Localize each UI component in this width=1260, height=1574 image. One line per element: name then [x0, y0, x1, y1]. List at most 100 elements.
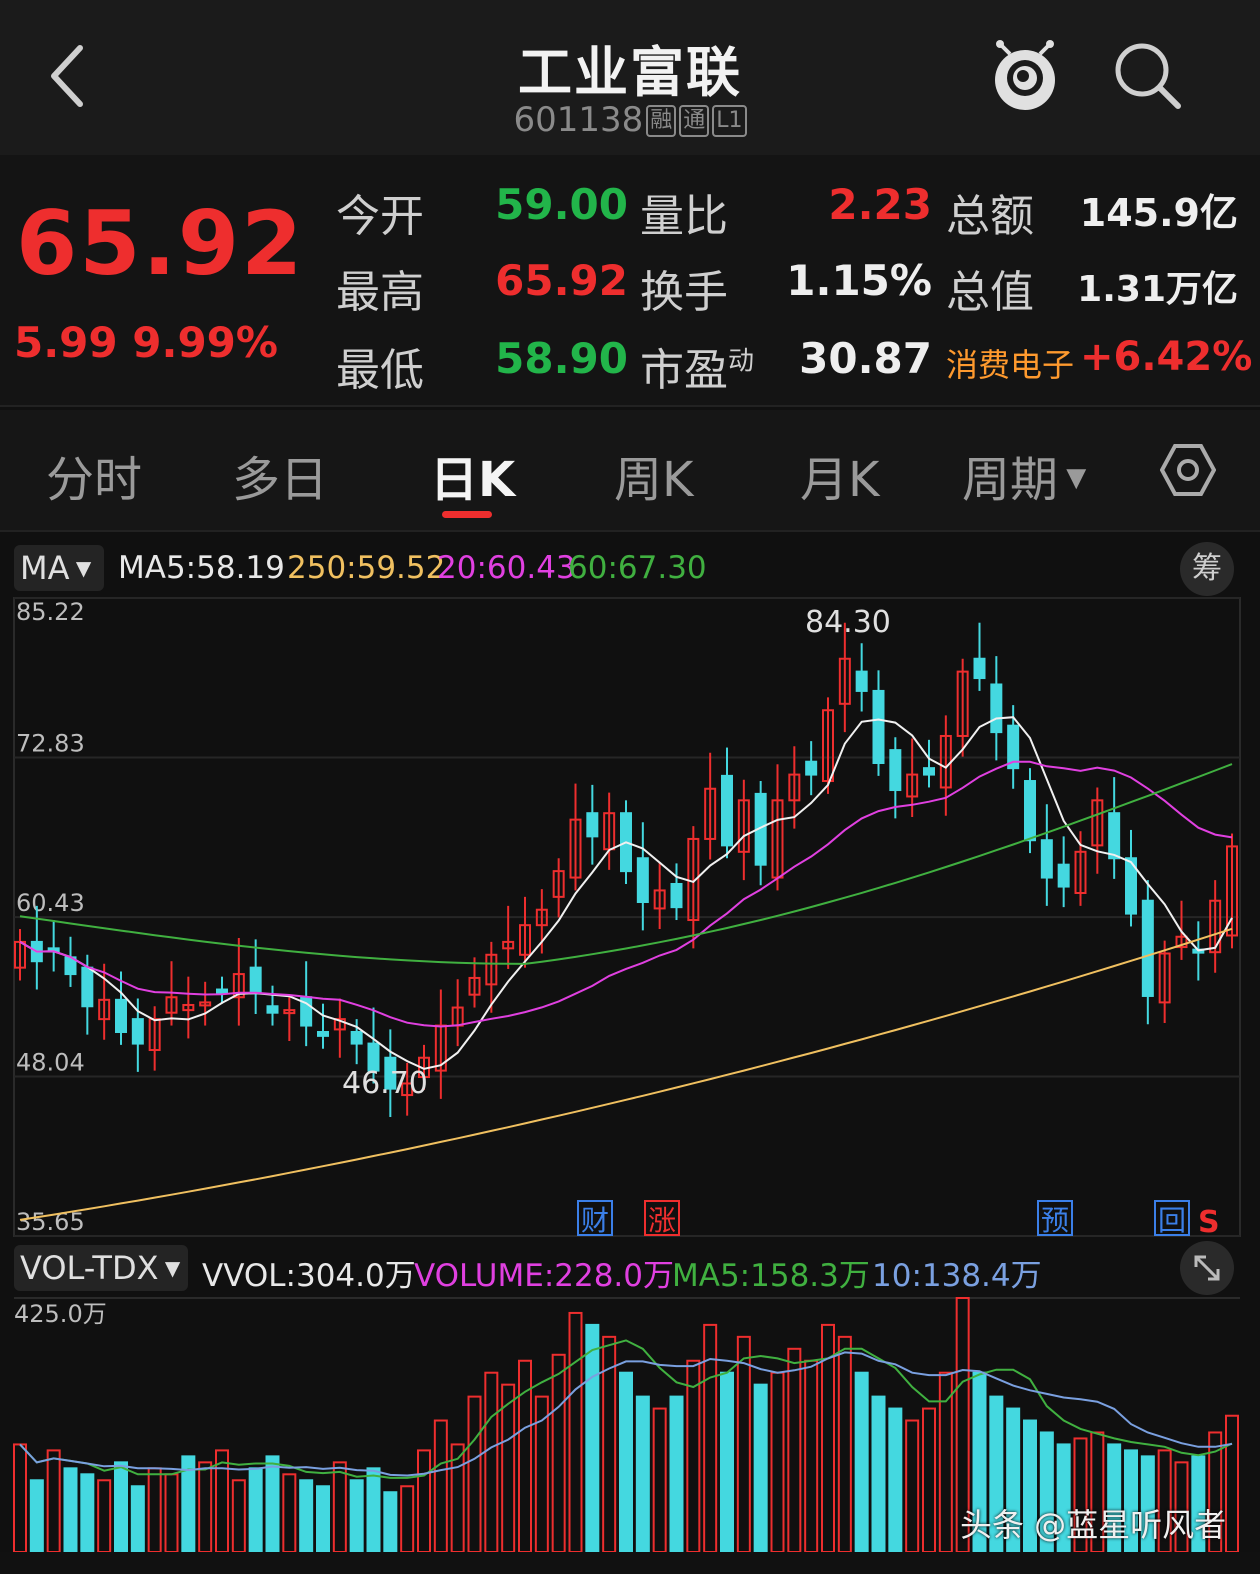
value-high: 65.92	[495, 256, 628, 305]
label-turnover-rate: 换手	[640, 267, 728, 318]
candle-body	[636, 857, 649, 904]
tab-intraday[interactable]: 分时	[46, 440, 142, 510]
y-tick-label: 48.04	[16, 1049, 85, 1077]
volume-bar	[854, 1371, 869, 1552]
legend-volume: VOLUME:228.0万	[414, 1258, 675, 1294]
candle-body	[1040, 839, 1053, 879]
last-price: 65.92	[16, 192, 305, 295]
candle-body	[721, 774, 733, 847]
candle-body	[990, 683, 1003, 734]
ma5-line	[19, 716, 1233, 1070]
volume-bar	[484, 1371, 499, 1552]
label-pe: 市盈动	[640, 345, 755, 396]
tab-weekly-k[interactable]: 周K	[614, 440, 693, 510]
label-low: 最低	[336, 345, 424, 396]
value-open: 59.00	[495, 180, 628, 229]
tag-margin: 融	[646, 105, 677, 137]
search-icon[interactable]	[1112, 40, 1184, 112]
candle-body	[586, 812, 599, 838]
candle-body	[670, 882, 683, 909]
candle-body	[249, 966, 262, 995]
label-high: 最高	[336, 267, 424, 318]
label-pe-dynamic: 动	[728, 346, 755, 377]
candlestick-chart[interactable]: 85.22 72.83 60.43 48.04 35.65 84.30 46.70 财 涨 预 回 S	[0, 596, 1260, 1238]
candle-body	[317, 1030, 329, 1037]
stock-code-row: 601138 融通 L1	[0, 100, 1260, 140]
volume-bar	[736, 1335, 751, 1552]
volume-bar	[130, 1485, 145, 1552]
legend-ma60: 60:67.30	[568, 550, 707, 586]
volume-bar	[770, 1371, 785, 1552]
tab-period[interactable]: 周期 ▼	[962, 440, 1086, 510]
volume-bar	[114, 1461, 128, 1552]
candle-body	[350, 1030, 363, 1045]
candle-body	[131, 1018, 144, 1045]
label-open: 今开	[336, 191, 424, 242]
value-turnover-amount: 145.9亿	[1079, 191, 1238, 235]
watermark-text: 头条 @蓝星听风者	[960, 1506, 1227, 1544]
stock-name: 工业富联	[518, 41, 742, 104]
tag-connect: 通	[679, 105, 710, 137]
legend-ma250: 250:59.52	[287, 550, 446, 586]
vol-top-label: 425.0万	[14, 1300, 107, 1328]
volume-bar	[905, 1419, 920, 1552]
y-tick-label: 85.22	[16, 598, 85, 626]
candle-body	[889, 749, 902, 792]
tab-daily-k[interactable]: 日K	[430, 440, 515, 510]
volume-bar	[753, 1383, 768, 1552]
chevron-down-icon: ▼	[158, 1256, 181, 1280]
volume-bar	[97, 1479, 112, 1552]
y-tick-label: 60.43	[16, 889, 85, 917]
volume-bar	[46, 1449, 61, 1552]
volume-bar	[804, 1359, 819, 1552]
volume-bar	[383, 1491, 398, 1552]
candle-body	[81, 966, 94, 1008]
volume-bar	[720, 1371, 734, 1552]
volume-bar	[299, 1479, 314, 1552]
volume-bar	[652, 1407, 667, 1552]
expand-icon[interactable]	[1180, 1241, 1234, 1295]
volume-bar	[215, 1449, 229, 1552]
event-marker: 涨	[648, 1204, 676, 1237]
sector-change: +6.42%	[1080, 334, 1253, 380]
legend-vol-ma10: 10:138.4万	[872, 1258, 1042, 1294]
active-tab-indicator	[442, 511, 492, 518]
price-change: 5.99 9.99%	[14, 318, 278, 367]
tab-multi-day[interactable]: 多日	[232, 440, 328, 510]
indicator-select[interactable]: MA ▼	[14, 545, 104, 591]
label-market-cap: 总值	[946, 267, 1034, 318]
volume-bar	[585, 1323, 600, 1552]
high-price-label: 84.30	[805, 605, 891, 640]
tab-monthly-k[interactable]: 月K	[800, 440, 879, 510]
volume-bar	[164, 1473, 179, 1552]
chip-distribution-button[interactable]: 筹	[1180, 542, 1234, 596]
event-marker: 预	[1041, 1204, 1069, 1237]
candle-body	[855, 670, 868, 692]
volume-bar	[938, 1371, 953, 1552]
volume-bar	[400, 1485, 415, 1552]
candle-body	[1108, 812, 1121, 860]
candle-body	[805, 760, 818, 776]
value-low: 58.90	[495, 334, 628, 383]
candle-body	[266, 1005, 279, 1014]
chevron-down-icon: ▼	[69, 556, 92, 580]
volume-bar	[63, 1467, 78, 1552]
volume-bar	[13, 1443, 27, 1552]
stock-code: 601138	[513, 100, 644, 140]
legend-vvol: VVOL:304.0万	[202, 1258, 416, 1294]
volume-indicator-select[interactable]: VOL-TDX ▼	[14, 1245, 188, 1291]
candle-body	[1141, 899, 1154, 997]
volume-bar	[29, 1479, 44, 1552]
settings-hexagon-icon[interactable]	[1160, 442, 1216, 498]
value-market-cap: 1.31万亿	[1077, 269, 1238, 310]
event-marker-s: S	[1198, 1205, 1220, 1238]
volume-bar	[551, 1353, 566, 1552]
candle-body	[115, 998, 127, 1033]
volume-bar	[282, 1473, 297, 1552]
volume-bar	[837, 1335, 852, 1552]
value-volume-ratio: 2.23	[828, 180, 932, 229]
volume-bar	[265, 1455, 280, 1552]
volume-bar	[147, 1467, 162, 1552]
assistant-robot-icon[interactable]	[990, 38, 1060, 118]
sector-name[interactable]: 消费电子	[946, 340, 1074, 386]
